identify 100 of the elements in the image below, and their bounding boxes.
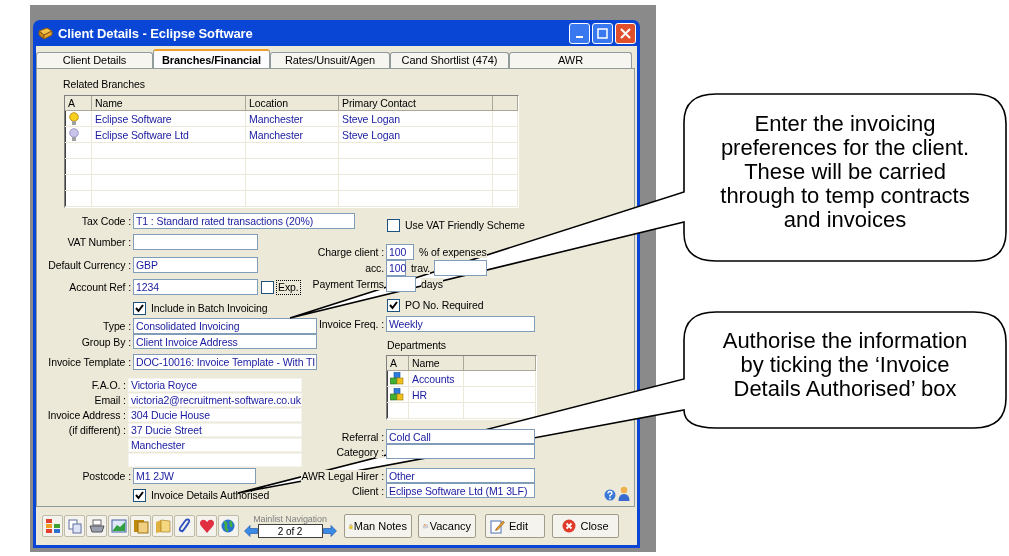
user-icon[interactable] — [618, 486, 630, 501]
chart-icon — [110, 518, 127, 534]
heart-icon — [198, 518, 215, 534]
legal-hirer-field[interactable]: Other — [386, 468, 535, 483]
field-label: Invoice Freq. : — [318, 318, 384, 330]
currency-field[interactable]: GBP — [133, 257, 258, 273]
minimize-button[interactable] — [569, 22, 590, 44]
maximize-button[interactable] — [592, 22, 613, 44]
account-ref-field[interactable]: 1234 — [133, 279, 258, 295]
address-field[interactable]: Victoria Royce victoria2@recruitment-software.co.uk 304 Ducie House 37 Ducie Street Manchester — [127, 378, 302, 468]
toolbar-button[interactable] — [64, 515, 85, 537]
toolbar-button[interactable] — [130, 515, 151, 537]
tab[interactable]: Client Details — [36, 52, 153, 68]
field-label: Tax Code : — [80, 215, 131, 227]
charge-field[interactable]: 100 — [386, 244, 414, 260]
table-cell: Steve Logan — [339, 127, 493, 143]
close-icon — [562, 519, 577, 533]
toolbar-button[interactable] — [108, 515, 129, 537]
printer-icon — [88, 518, 105, 534]
type-field[interactable]: Consolidated Invoicing — [133, 318, 317, 334]
checkbox-label: PO No. Required — [405, 299, 484, 311]
callout-text: Enter the invoicing preferences for the client. These will be carried through to temp contracts and invoices — [719, 112, 971, 232]
field-label: Referral : — [341, 430, 384, 443]
next-icon[interactable] — [322, 525, 337, 537]
checkbox[interactable] — [133, 488, 146, 502]
checkbox[interactable] — [387, 218, 400, 232]
copy-icon — [66, 518, 83, 534]
tab[interactable]: Cand Shortlist (474) — [390, 52, 509, 68]
referral-field[interactable]: Cold Call — [386, 429, 535, 444]
invoice-template-field[interactable]: DOC-10016: Invoice Template - With TI — [133, 354, 317, 370]
empty-cell — [493, 127, 518, 143]
empty-cell — [464, 371, 536, 387]
checkbox-label: Use VAT Friendly Scheme — [405, 219, 525, 231]
empty-cell — [409, 403, 464, 419]
column-header — [493, 96, 518, 111]
column-header[interactable]: Location — [246, 96, 339, 111]
table-cell: Manchester — [246, 127, 339, 143]
checkbox-label: Exp. — [276, 279, 301, 295]
blocks-icon — [390, 387, 404, 402]
field-label: Client : — [352, 484, 384, 497]
column-header[interactable]: Primary Contact — [339, 96, 493, 111]
toolbar-button[interactable] — [196, 515, 217, 537]
column-header[interactable]: Name — [92, 96, 246, 111]
minimize-icon — [576, 35, 583, 38]
field-label: Payment Terms — [312, 278, 384, 290]
app-icon — [38, 26, 53, 40]
invoice-freq-field[interactable]: Weekly — [386, 316, 535, 332]
group-by-field[interactable]: Client Invoice Address — [133, 334, 317, 349]
checkbox[interactable] — [261, 280, 274, 294]
action-button[interactable]: Man Notes — [344, 514, 412, 538]
field-label: VAT Number : — [66, 236, 131, 248]
close-button[interactable] — [615, 22, 636, 44]
paperclip-icon — [176, 518, 193, 534]
maximize-icon — [597, 27, 608, 39]
action-button[interactable]: Close — [552, 514, 619, 538]
toolbar-button[interactable] — [174, 515, 195, 537]
category-field[interactable] — [386, 444, 535, 459]
vat-number-field[interactable] — [133, 234, 258, 250]
checkbox[interactable] — [387, 298, 400, 312]
tab[interactable]: Branches/Financial — [153, 49, 270, 68]
column-header — [464, 356, 536, 371]
folders-icon — [132, 518, 149, 534]
field-label: Postcode : — [81, 470, 131, 482]
field-label: Default Currency : — [47, 259, 131, 271]
empty-cell — [65, 159, 92, 175]
field-label: Invoice Address : — [47, 409, 126, 421]
field-label: Invoice Template : — [47, 356, 131, 368]
toolbar-button[interactable] — [218, 515, 239, 537]
field-label: Type : — [102, 320, 131, 332]
checkbox-label: Invoice Details Authorised — [151, 489, 270, 501]
empty-cell — [493, 143, 518, 159]
checkbox[interactable] — [133, 301, 146, 315]
empty-cell — [65, 175, 92, 191]
unit-label: days — [421, 278, 443, 290]
field-label: F.A.O. : — [91, 379, 126, 391]
payment-terms-field[interactable] — [386, 276, 416, 292]
action-button[interactable]: Vacancy — [418, 514, 476, 538]
column-header[interactable]: A — [65, 96, 92, 111]
field-label: Group By : — [80, 335, 131, 348]
tax-code-field[interactable]: T1 : Standard rated transactions (20%) — [133, 213, 355, 229]
trav-field[interactable] — [434, 260, 488, 276]
section-title: Departments — [387, 338, 446, 351]
tab[interactable]: Rates/Unsuit/Agen — [270, 52, 390, 68]
field-label: Charge client : — [317, 246, 384, 258]
postcode-field[interactable]: M1 2JW — [133, 468, 256, 484]
record-position-field: 2 of 2 — [257, 524, 323, 538]
toolbar-button[interactable] — [42, 515, 63, 537]
column-header[interactable]: Name — [409, 356, 464, 371]
help-icon[interactable] — [604, 489, 616, 501]
field-label: AWR Legal Hirer : — [301, 469, 384, 482]
empty-cell — [65, 191, 92, 207]
action-button[interactable]: Edit — [485, 514, 545, 538]
field-label: Category : — [336, 445, 384, 458]
previous-icon[interactable] — [243, 525, 258, 537]
tab[interactable]: AWR — [509, 52, 632, 68]
toolbar-button[interactable] — [86, 515, 107, 537]
client-field[interactable]: Eclipse Software Ltd (M1 3LF) — [386, 483, 535, 498]
column-header[interactable]: A — [387, 356, 409, 371]
table-cell: Steve Logan — [339, 111, 493, 127]
empty-cell — [493, 111, 518, 127]
